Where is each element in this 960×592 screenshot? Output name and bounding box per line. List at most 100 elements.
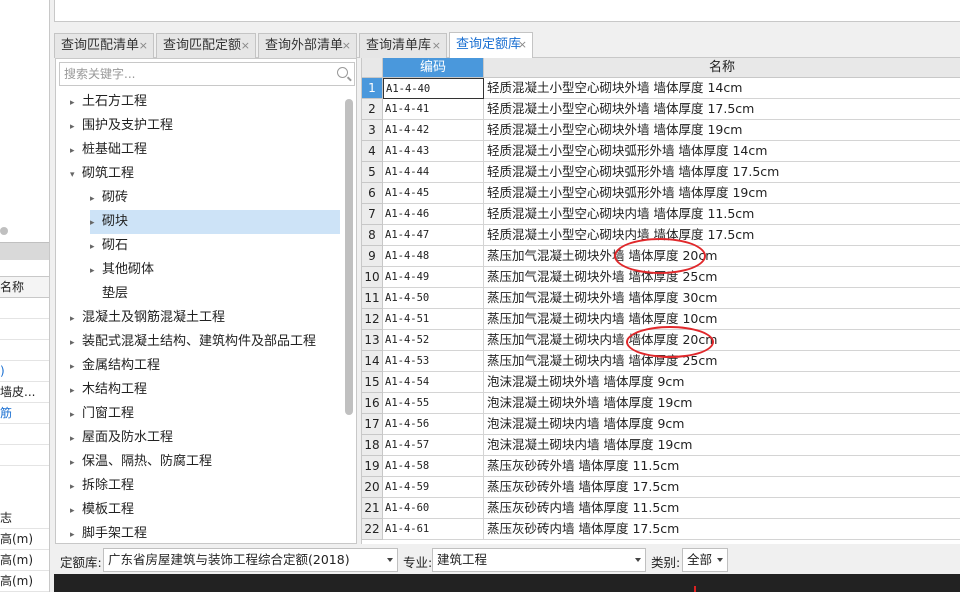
name-cell[interactable]: 轻质混凝土小型空心砌块外墙 墙体厚度 17.5cm [484,99,960,120]
tree-item-wood[interactable]: ▸ 木结构工程 [70,378,147,402]
tab-query-match-list[interactable]: 查询匹配清单 × [54,33,154,58]
table-row[interactable]: 6 A1-4-45 轻质混凝土小型空心砌块弧形外墙 墙体厚度 19cm [362,183,960,204]
row-number[interactable]: 4 [362,141,383,162]
tree-item-demolition[interactable]: ▸ 拆除工程 [70,474,134,498]
tree-scrollbar-thumb[interactable] [345,99,353,415]
code-cell[interactable]: A1-4-44 [383,162,484,183]
left-row[interactable] [0,319,49,340]
tree-item-metal[interactable]: ▸ 金属结构工程 [70,354,160,378]
code-cell[interactable]: A1-4-52 [383,330,484,351]
code-cell[interactable]: A1-4-56 [383,414,484,435]
name-cell[interactable]: 蒸压灰砂砖外墙 墙体厚度 11.5cm [484,456,960,477]
tree-item-masonry[interactable]: ▾ 砌筑工程 [70,162,134,186]
tree-item-concrete[interactable]: ▸ 混凝土及钢筋混凝土工程 [70,306,225,330]
chevron-right-icon[interactable]: ▸ [70,379,82,403]
chevron-right-icon[interactable]: ▸ [90,235,102,259]
name-cell[interactable]: 蒸压加气混凝土砌块内墙 墙体厚度 10cm [484,309,960,330]
code-cell[interactable]: A1-4-40 [383,78,484,99]
left-row[interactable]: 高(m) [0,571,49,592]
row-number[interactable]: 10 [362,267,383,288]
major-select[interactable]: 建筑工程 [432,548,646,572]
code-cell[interactable]: A1-4-58 [383,456,484,477]
table-row[interactable]: 17 A1-4-56 泡沫混凝土砌块内墙 墙体厚度 9cm [362,414,960,435]
name-cell[interactable]: 轻质混凝土小型空心砌块外墙 墙体厚度 14cm [484,78,960,99]
close-icon[interactable]: × [432,34,441,57]
code-cell[interactable]: A1-4-46 [383,204,484,225]
left-row[interactable]: 高(m) [0,529,49,550]
close-icon[interactable]: × [342,34,351,57]
tree-item-doors-windows[interactable]: ▸ 门窗工程 [70,402,134,426]
tree-item-scaffold[interactable]: ▸ 脚手架工程 [70,522,147,546]
close-icon[interactable]: × [518,33,527,56]
search-icon[interactable] [337,67,348,78]
code-cell[interactable]: A1-4-42 [383,120,484,141]
left-row[interactable] [0,340,49,361]
row-number[interactable]: 2 [362,99,383,120]
name-cell[interactable]: 轻质混凝土小型空心砌块弧形外墙 墙体厚度 14cm [484,141,960,162]
chevron-right-icon[interactable]: ▸ [70,451,82,475]
name-cell[interactable]: 蒸压灰砂砖内墙 墙体厚度 11.5cm [484,498,960,519]
row-number[interactable]: 12 [362,309,383,330]
code-cell[interactable]: A1-4-57 [383,435,484,456]
code-cell[interactable]: A1-4-48 [383,246,484,267]
name-cell[interactable]: 泡沫混凝土砌块外墙 墙体厚度 19cm [484,393,960,414]
table-row[interactable]: 22 A1-4-61 蒸压灰砂砖内墙 墙体厚度 17.5cm [362,519,960,540]
name-cell[interactable]: 泡沫混凝土砌块外墙 墙体厚度 9cm [484,372,960,393]
tab-query-match-quota[interactable]: 查询匹配定额 × [156,33,256,58]
row-number[interactable]: 11 [362,288,383,309]
chevron-right-icon[interactable]: ▸ [90,259,102,283]
name-cell[interactable]: 蒸压加气混凝土砌块外墙 墙体厚度 25cm [484,267,960,288]
chevron-right-icon[interactable]: ▸ [70,307,82,331]
table-row[interactable]: 16 A1-4-55 泡沫混凝土砌块外墙 墙体厚度 19cm [362,393,960,414]
chevron-right-icon[interactable]: ▸ [70,91,82,115]
search-input[interactable] [60,63,330,85]
left-scrollbar-thumb[interactable] [0,227,8,235]
chevron-right-icon[interactable]: ▸ [70,403,82,427]
close-icon[interactable]: × [241,34,250,57]
left-row[interactable]: ) [0,361,49,382]
left-column-header[interactable]: 名称 [0,276,49,298]
chevron-right-icon[interactable]: ▸ [70,355,82,379]
tree-item-block[interactable]: ▸ 砌块 [90,210,340,234]
table-row[interactable]: 20 A1-4-59 蒸压灰砂砖外墙 墙体厚度 17.5cm [362,477,960,498]
table-row[interactable]: 11 A1-4-50 蒸压加气混凝土砌块外墙 墙体厚度 30cm [362,288,960,309]
left-row[interactable] [0,424,49,445]
tab-query-list-library[interactable]: 查询清单库 × [359,33,447,58]
tree-item-support[interactable]: ▸ 围护及支护工程 [70,114,173,138]
code-cell[interactable]: A1-4-41 [383,99,484,120]
tree-item-pile-foundation[interactable]: ▸ 桩基础工程 [70,138,147,162]
name-cell[interactable]: 轻质混凝土小型空心砌块弧形外墙 墙体厚度 17.5cm [484,162,960,183]
row-number[interactable]: 19 [362,456,383,477]
table-row[interactable]: 21 A1-4-60 蒸压灰砂砖内墙 墙体厚度 11.5cm [362,498,960,519]
chevron-right-icon[interactable]: ▸ [70,139,82,163]
row-number[interactable]: 1 [362,78,383,99]
code-cell[interactable]: A1-4-61 [383,519,484,540]
left-row[interactable]: 墙皮... [0,382,49,403]
table-row[interactable]: 7 A1-4-46 轻质混凝土小型空心砌块内墙 墙体厚度 11.5cm [362,204,960,225]
chevron-right-icon[interactable]: ▸ [90,211,102,235]
code-cell[interactable]: A1-4-53 [383,351,484,372]
tree-item-insulation[interactable]: ▸ 保温、隔热、防腐工程 [70,450,212,474]
code-cell[interactable]: A1-4-43 [383,141,484,162]
code-cell[interactable]: A1-4-60 [383,498,484,519]
left-row[interactable] [0,298,49,319]
close-icon[interactable]: × [139,34,148,57]
name-cell[interactable]: 轻质混凝土小型空心砌块外墙 墙体厚度 19cm [484,120,960,141]
code-cell[interactable]: A1-4-59 [383,477,484,498]
row-number[interactable]: 16 [362,393,383,414]
left-row[interactable]: 高(m) [0,550,49,571]
chevron-right-icon[interactable]: ▸ [70,475,82,499]
row-number[interactable]: 20 [362,477,383,498]
table-row[interactable]: 18 A1-4-57 泡沫混凝土砌块内墙 墙体厚度 19cm [362,435,960,456]
tree-item-other-masonry[interactable]: ▸ 其他砌体 [90,258,154,282]
code-cell[interactable]: A1-4-51 [383,309,484,330]
left-row[interactable]: 筋 [0,403,49,424]
tree-item-formwork[interactable]: ▸ 模板工程 [70,498,134,522]
row-number[interactable]: 17 [362,414,383,435]
table-row[interactable]: 5 A1-4-44 轻质混凝土小型空心砌块弧形外墙 墙体厚度 17.5cm [362,162,960,183]
name-cell[interactable]: 蒸压加气混凝土砌块外墙 墙体厚度 30cm [484,288,960,309]
row-number[interactable]: 8 [362,225,383,246]
chevron-right-icon[interactable]: ▸ [70,427,82,451]
name-cell[interactable]: 轻质混凝土小型空心砌块内墙 墙体厚度 17.5cm [484,225,960,246]
category-select[interactable]: 全部 [682,548,728,572]
